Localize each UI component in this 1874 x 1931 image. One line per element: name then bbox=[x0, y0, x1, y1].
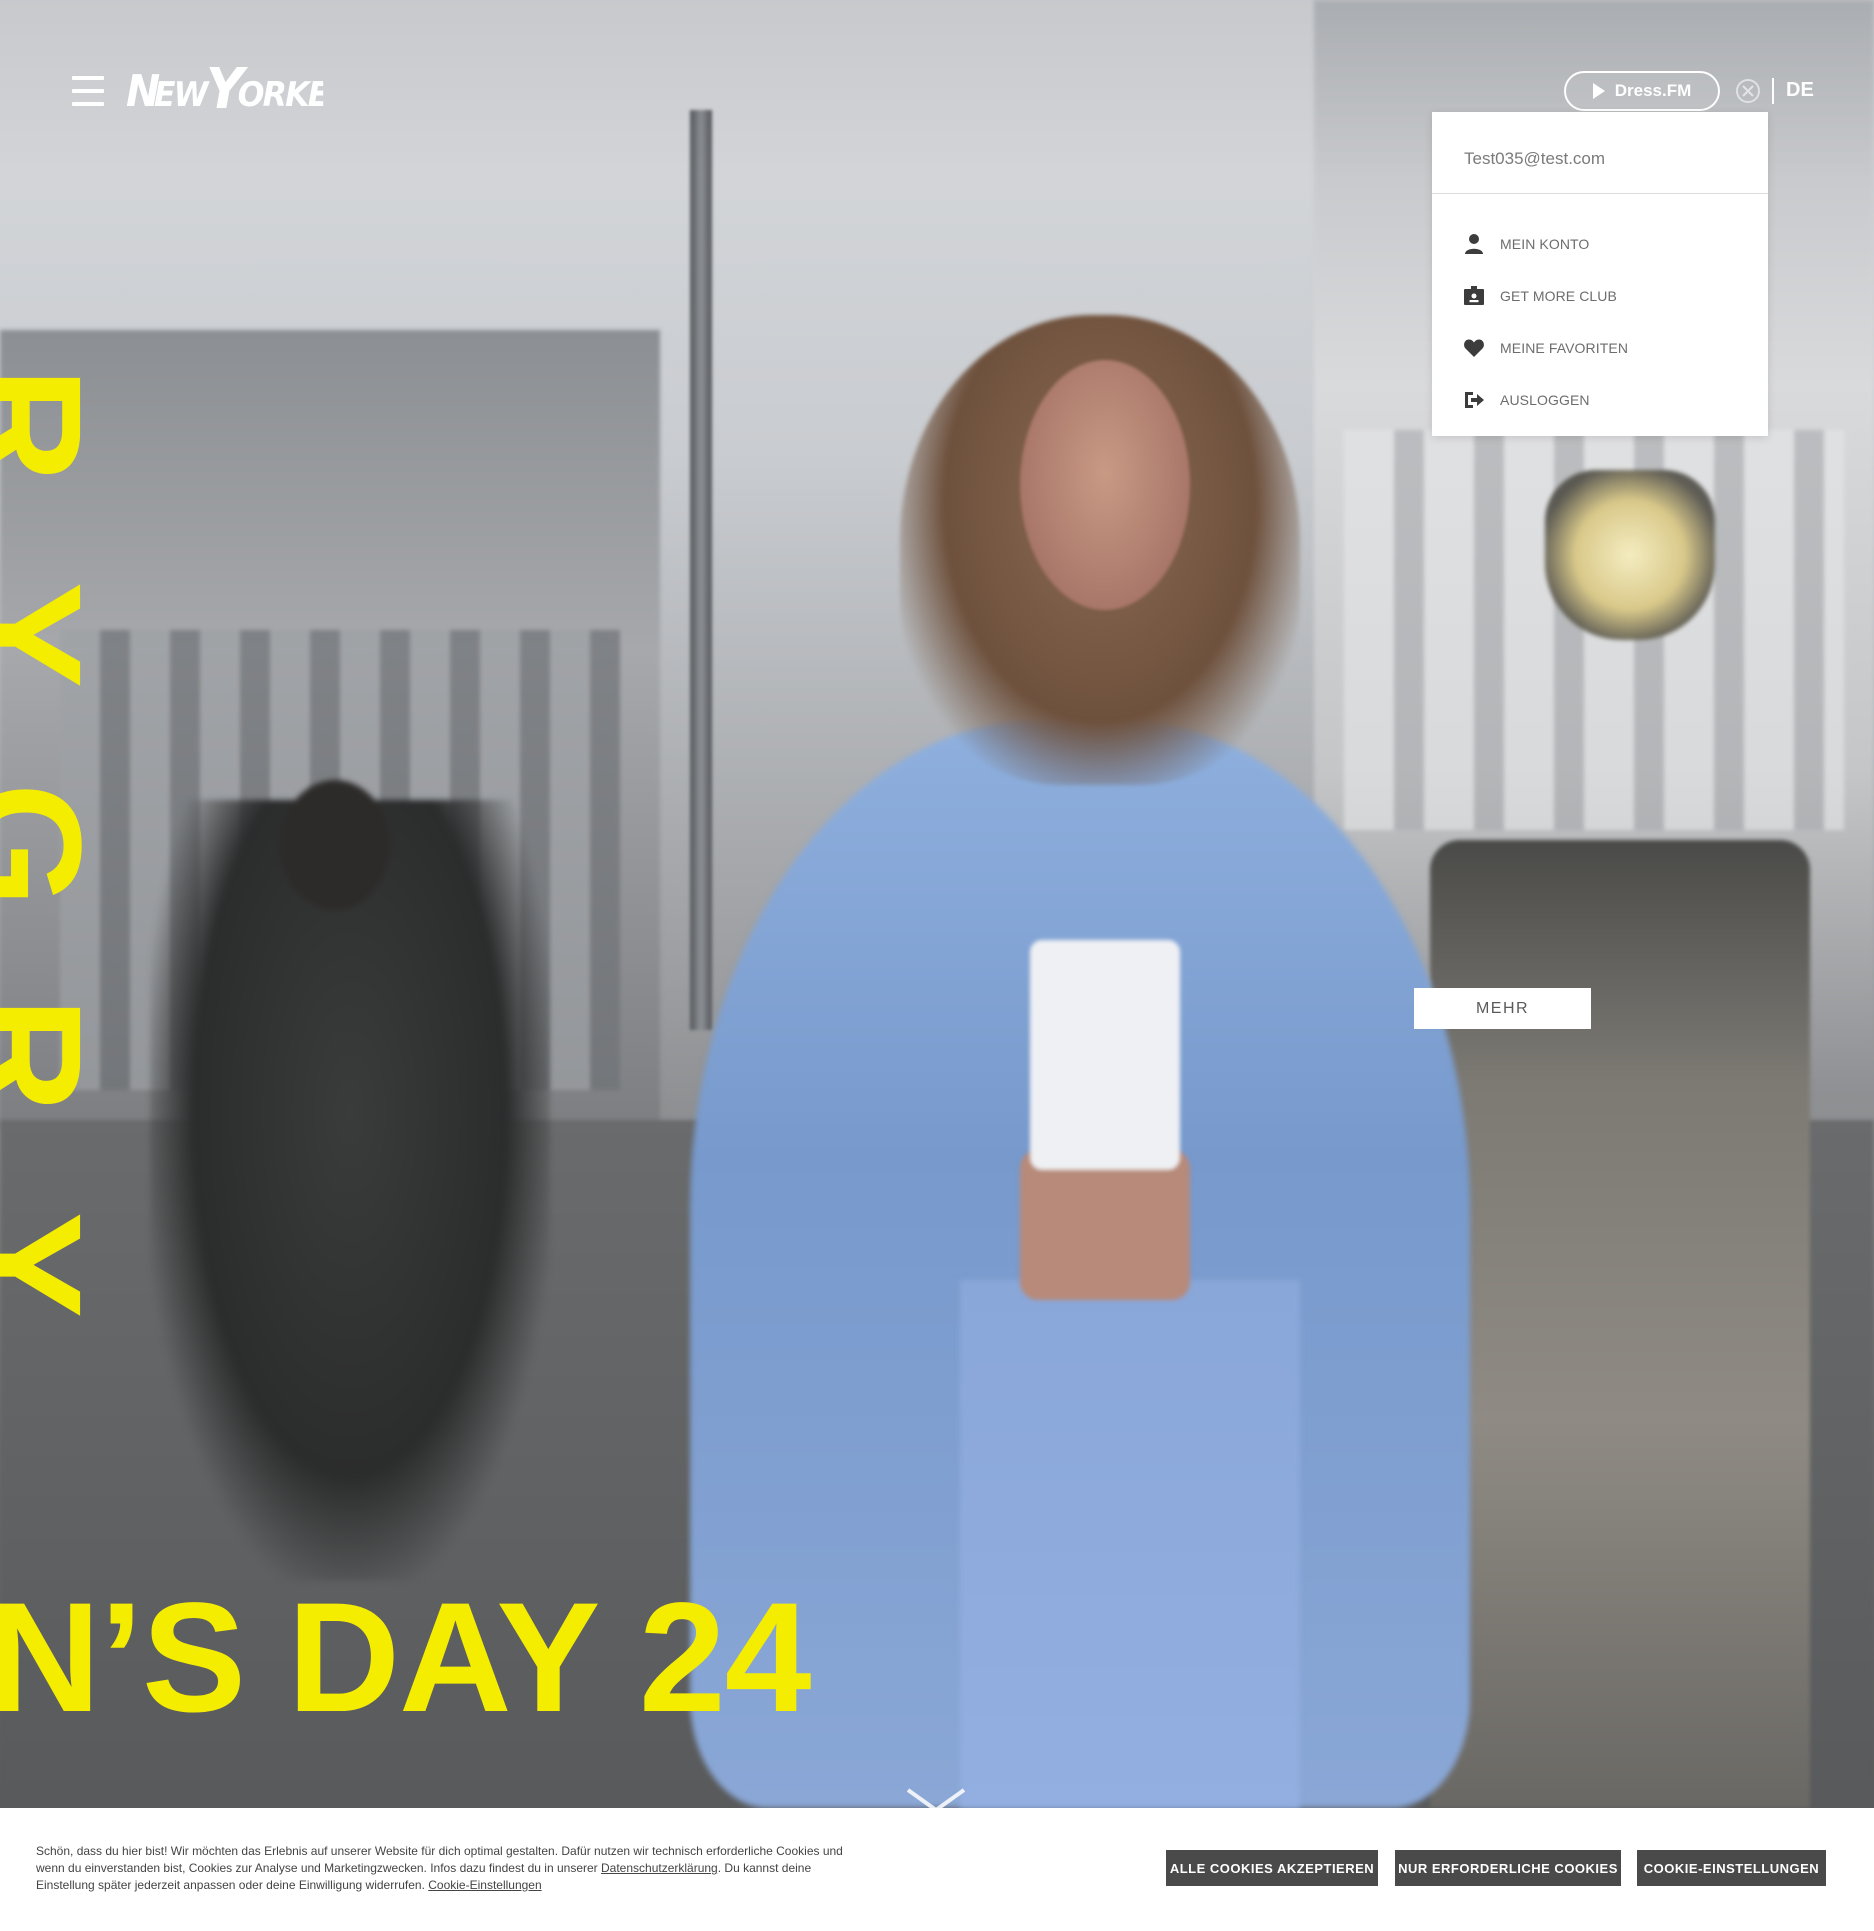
necessary-cookies-only-button[interactable]: NUR ERFORDERLICHE COOKIES bbox=[1395, 1850, 1621, 1886]
member-card-icon bbox=[1463, 285, 1485, 307]
dress-fm-radio-button[interactable]: Dress.FM bbox=[1564, 71, 1720, 111]
menu-item-my-account[interactable]: MEIN KONTO bbox=[1432, 218, 1768, 270]
svg-text:EW: EW bbox=[154, 75, 210, 114]
mehr-button[interactable]: MEHR bbox=[1414, 988, 1591, 1029]
dress-fm-label: Dress.FM bbox=[1614, 81, 1692, 100]
menu-item-label: MEIN KONTO bbox=[1500, 236, 1590, 252]
heart-icon bbox=[1463, 337, 1485, 359]
model-top bbox=[1030, 940, 1180, 1170]
menu-item-logout[interactable]: AUSLOGGEN bbox=[1432, 374, 1768, 426]
model-face bbox=[1020, 360, 1190, 610]
background-street-lamp bbox=[1545, 470, 1715, 640]
svg-text:ORKER: ORKER bbox=[238, 75, 324, 114]
account-dropdown-menu: Test035@test.com MEIN KONTO GET MORE CLU… bbox=[1432, 112, 1768, 436]
campaign-headline: N’S DAY 24 bbox=[0, 1571, 811, 1745]
background-stone-pillar bbox=[1430, 840, 1810, 1808]
hamburger-menu-icon[interactable] bbox=[72, 76, 104, 106]
vertical-letter: Y bbox=[0, 1200, 130, 1330]
cookie-consent-banner: Schön, dass du hier bist! Wir möchten da… bbox=[0, 1808, 1874, 1931]
model-pants bbox=[960, 1280, 1300, 1808]
user-icon bbox=[1463, 233, 1485, 255]
vertical-letter: G bbox=[0, 780, 130, 910]
background-person bbox=[150, 780, 550, 1580]
brand-logo[interactable]: N EW Y ORKER bbox=[126, 56, 352, 121]
newyorker-logo-icon: N EW Y ORKER bbox=[126, 56, 352, 121]
menu-item-label: GET MORE CLUB bbox=[1500, 288, 1617, 304]
model-midriff bbox=[1020, 1150, 1190, 1300]
accept-all-cookies-button[interactable]: ALLE COOKIES AKZEPTIEREN bbox=[1166, 1850, 1378, 1886]
play-icon bbox=[1592, 83, 1605, 99]
language-selector[interactable]: DE bbox=[1786, 79, 1814, 102]
logout-icon bbox=[1463, 389, 1485, 411]
campaign-vertical-text: R Y G R Y . bbox=[0, 320, 115, 1580]
cookie-consent-text: Schön, dass du hier bist! Wir möchten da… bbox=[36, 1843, 856, 1894]
vertical-letter: . bbox=[0, 1410, 130, 1540]
menu-item-label: AUSLOGGEN bbox=[1500, 392, 1590, 408]
account-email: Test035@test.com bbox=[1432, 112, 1768, 194]
page: R Y G R Y . N’S DAY 24 N EW Y ORKER Dres… bbox=[0, 0, 1874, 1931]
menu-item-label: MEINE FAVORITEN bbox=[1500, 340, 1629, 356]
privacy-policy-link[interactable]: Datenschutzerklärung bbox=[601, 1861, 718, 1875]
menu-item-get-more-club[interactable]: GET MORE CLUB bbox=[1432, 270, 1768, 322]
cookie-settings-button[interactable]: COOKIE-EINSTELLUNGEN bbox=[1637, 1850, 1826, 1886]
vertical-letter: Y bbox=[0, 570, 130, 700]
close-account-menu-icon[interactable] bbox=[1736, 79, 1760, 103]
background-lamp-post bbox=[690, 110, 712, 1030]
cookie-settings-link[interactable]: Cookie-Einstellungen bbox=[428, 1878, 541, 1892]
vertical-letter: R bbox=[0, 990, 130, 1120]
vertical-letter: R bbox=[0, 360, 130, 490]
menu-item-favorites[interactable]: MEINE FAVORITEN bbox=[1432, 322, 1768, 374]
divider bbox=[1772, 78, 1774, 104]
